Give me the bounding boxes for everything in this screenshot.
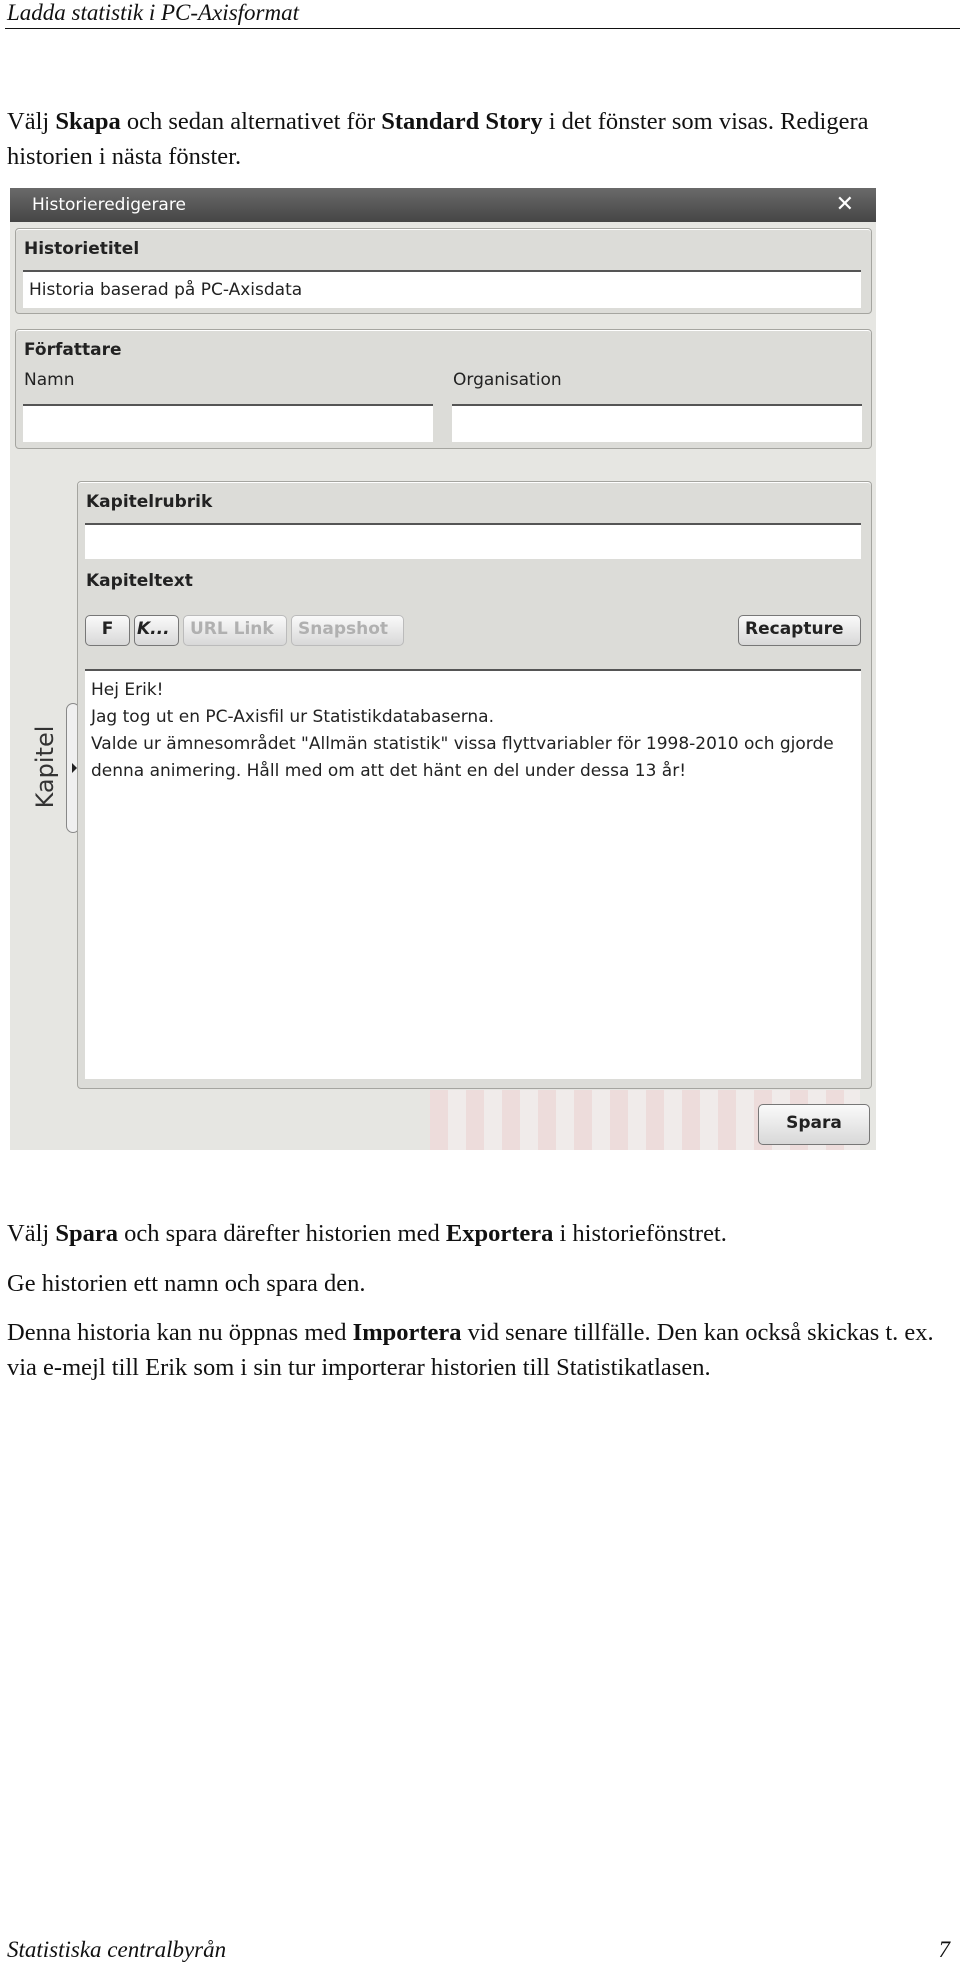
organisation-input[interactable] — [452, 404, 862, 442]
name-input[interactable] — [23, 404, 433, 442]
chapter-panel: Kapitelrubrik Kapiteltext F K... URL Lin… — [77, 481, 872, 1089]
dialog-title: Historieredigerare — [32, 195, 186, 215]
save-button[interactable]: Spara — [758, 1104, 870, 1145]
name-label: Namn — [24, 370, 75, 390]
import-instructions: Denna historia kan nu öppnas med Importe… — [7, 1319, 934, 1381]
chapter-heading-input[interactable] — [85, 523, 861, 559]
bold-button[interactable]: F — [85, 615, 130, 646]
story-title-input[interactable] — [23, 270, 861, 308]
close-icon[interactable]: ✕ — [836, 188, 854, 222]
chapter-heading-label: Kapitelrubrik — [86, 492, 213, 512]
chapter-tab-label: Kapitel — [31, 725, 59, 809]
page-number: 7 — [938, 1937, 951, 1962]
intro-paragraph: Välj Skapa och sedan alternativet för St… — [7, 108, 869, 170]
author-group: Författare Namn Organisation — [15, 329, 872, 449]
chapter-tab[interactable]: Kapitel — [22, 703, 80, 838]
url-link-button[interactable]: URL Link — [183, 615, 287, 646]
header-rule — [5, 28, 960, 29]
story-title-group: Historietitel — [15, 228, 872, 314]
story-title-label: Historietitel — [24, 239, 140, 259]
footer-organisation: Statistiska centralbyrån — [7, 1937, 227, 1962]
author-label: Författare — [24, 340, 122, 360]
recapture-button[interactable]: Recapture — [738, 615, 861, 646]
save-instructions: Välj Spara och spara därefter historien … — [7, 1220, 727, 1247]
organisation-label: Organisation — [453, 370, 562, 390]
chapter-text-area[interactable]: Hej Erik! Jag tog ut en PC-Axisfil ur St… — [85, 669, 861, 1079]
dialog-titlebar: Historieredigerare ✕ — [10, 188, 876, 222]
story-editor-dialog: Historieredigerare ✕ Historietitel Förfa… — [10, 188, 876, 1150]
running-header: Ladda statistik i PC-Axisformat — [7, 0, 299, 25]
snapshot-button[interactable]: Snapshot — [291, 615, 404, 646]
italic-button[interactable]: K... — [134, 615, 179, 646]
chapter-text-label: Kapiteltext — [86, 571, 193, 591]
name-instructions: Ge historien ett namn och spara den. — [7, 1270, 366, 1297]
